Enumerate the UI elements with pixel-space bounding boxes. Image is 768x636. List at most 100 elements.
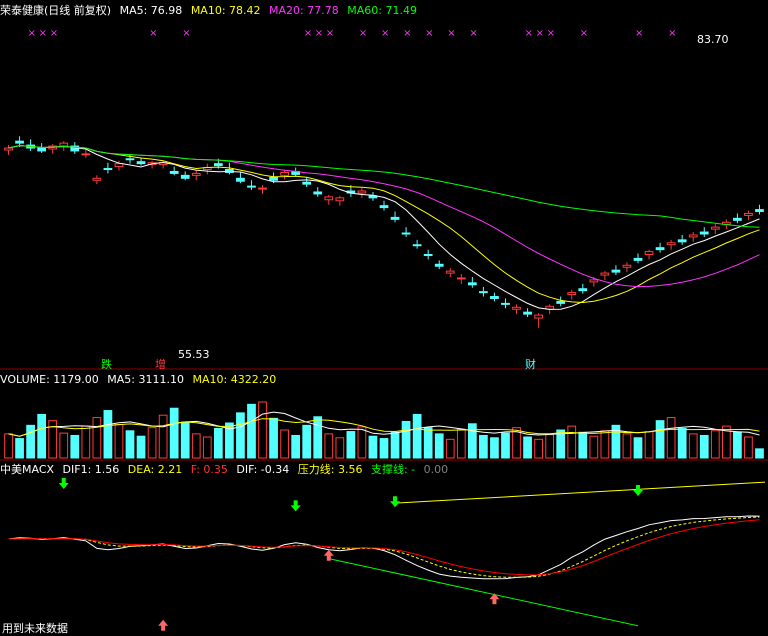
volume-bar bbox=[269, 417, 278, 459]
candle-body bbox=[445, 270, 455, 274]
candle-body bbox=[37, 147, 47, 152]
candle-body bbox=[247, 185, 256, 188]
top-signal-mark: × bbox=[326, 28, 334, 39]
volume-bar bbox=[445, 438, 455, 459]
tag-die: 跌 bbox=[101, 358, 112, 371]
candle-body bbox=[666, 242, 676, 246]
candle-body bbox=[280, 171, 289, 176]
candle-body bbox=[733, 217, 742, 221]
candle-body bbox=[357, 190, 367, 194]
volume-bar bbox=[147, 427, 157, 459]
candle-body bbox=[512, 306, 521, 310]
candle-body bbox=[92, 177, 102, 181]
candle-body bbox=[699, 231, 709, 235]
candle-body bbox=[335, 197, 345, 202]
candle-body bbox=[169, 170, 179, 174]
vol-ma5-label: MA5: 3111.10 bbox=[107, 373, 184, 386]
volume-bar bbox=[545, 434, 555, 459]
top-signal-mark: × bbox=[635, 28, 643, 39]
volume-bar bbox=[247, 403, 256, 459]
candle-body bbox=[744, 212, 753, 216]
f-label: F: 0.35 bbox=[190, 463, 228, 476]
candle-body bbox=[589, 279, 599, 283]
volume-bar bbox=[467, 423, 477, 459]
candle-body bbox=[434, 263, 444, 267]
volume-bar bbox=[379, 438, 389, 459]
candle-body bbox=[655, 247, 665, 251]
volume-bar bbox=[633, 437, 643, 459]
macd-lines bbox=[8, 481, 766, 627]
top-signal-mark: × bbox=[50, 28, 58, 39]
candle-body bbox=[4, 147, 13, 151]
candle-body bbox=[600, 272, 610, 276]
volume-bar bbox=[655, 420, 665, 459]
top-signal-mark: × bbox=[668, 28, 676, 39]
candle-body bbox=[456, 277, 466, 280]
ma60-label: MA60: 71.49 bbox=[347, 4, 417, 17]
volume-bar bbox=[534, 438, 543, 459]
volume-bar bbox=[302, 424, 312, 459]
top-signal-mark: × bbox=[403, 28, 411, 39]
candle-body bbox=[180, 174, 190, 179]
vol-ma10-label: MA10: 4322.20 bbox=[192, 373, 277, 386]
candle-body bbox=[390, 216, 400, 220]
volume-bar bbox=[280, 429, 289, 459]
top-signal-mark: × bbox=[580, 28, 588, 39]
volume-bar bbox=[412, 413, 422, 459]
sell-signal-arrow bbox=[290, 500, 301, 512]
low-price-label: 55.53 bbox=[178, 348, 210, 361]
volume-bar bbox=[710, 430, 720, 459]
support-label: 支撑线: - bbox=[370, 463, 416, 476]
volume-bar bbox=[37, 413, 47, 459]
candlestick-series bbox=[4, 136, 764, 328]
candle-body bbox=[103, 168, 113, 171]
volume-bar bbox=[4, 433, 13, 459]
volume-bar bbox=[600, 430, 610, 459]
dif1-line bbox=[8, 515, 760, 580]
candle-body bbox=[379, 205, 389, 209]
signal-markers: × × × × × × × × × × × × × × × × × × × × bbox=[28, 28, 677, 631]
volume-label: VOLUME: 1179.00 bbox=[0, 373, 99, 386]
volume-bar bbox=[313, 416, 323, 459]
sell-signal-arrow bbox=[390, 496, 401, 508]
f-line bbox=[8, 519, 760, 576]
volume-bar bbox=[136, 435, 146, 459]
dif1-label: DIF1: 1.56 bbox=[62, 463, 120, 476]
volume-bar bbox=[589, 435, 599, 459]
candle-body bbox=[755, 209, 764, 213]
candle-body bbox=[688, 234, 698, 238]
high-price-label: 83.70 bbox=[697, 33, 729, 46]
candle-body bbox=[412, 244, 422, 247]
candle-body bbox=[213, 163, 223, 167]
volume-bar bbox=[169, 407, 179, 459]
volume-bar bbox=[677, 427, 687, 459]
volume-bar bbox=[258, 401, 267, 459]
top-signal-mark: × bbox=[182, 28, 190, 39]
candle-body bbox=[59, 142, 69, 147]
volume-bar bbox=[401, 420, 411, 459]
pressure-line bbox=[395, 481, 766, 504]
ma20-label: MA20: 77.78 bbox=[269, 4, 339, 17]
volume-bar bbox=[490, 437, 499, 459]
ma10-label: MA10: 78.42 bbox=[190, 4, 261, 17]
volume-bar bbox=[423, 427, 433, 459]
volume-bar bbox=[335, 437, 345, 459]
top-signal-mark: × bbox=[149, 28, 157, 39]
top-signal-mark: × bbox=[315, 28, 323, 39]
volume-bar bbox=[125, 430, 135, 459]
candle-body bbox=[677, 239, 687, 243]
candle-body bbox=[324, 196, 334, 201]
volume-bar bbox=[456, 428, 466, 459]
volume-bar bbox=[567, 425, 577, 459]
candle-body bbox=[136, 161, 146, 165]
candle-body bbox=[644, 251, 654, 256]
volume-bar bbox=[346, 431, 356, 459]
candle-body bbox=[401, 232, 411, 235]
candle-body bbox=[534, 314, 543, 319]
volume-bar bbox=[114, 424, 124, 459]
volume-bar bbox=[59, 432, 69, 459]
sell-signal-arrow bbox=[58, 478, 69, 489]
candle-body bbox=[578, 288, 588, 292]
volume-bar bbox=[202, 436, 212, 459]
candle-body bbox=[567, 292, 577, 296]
